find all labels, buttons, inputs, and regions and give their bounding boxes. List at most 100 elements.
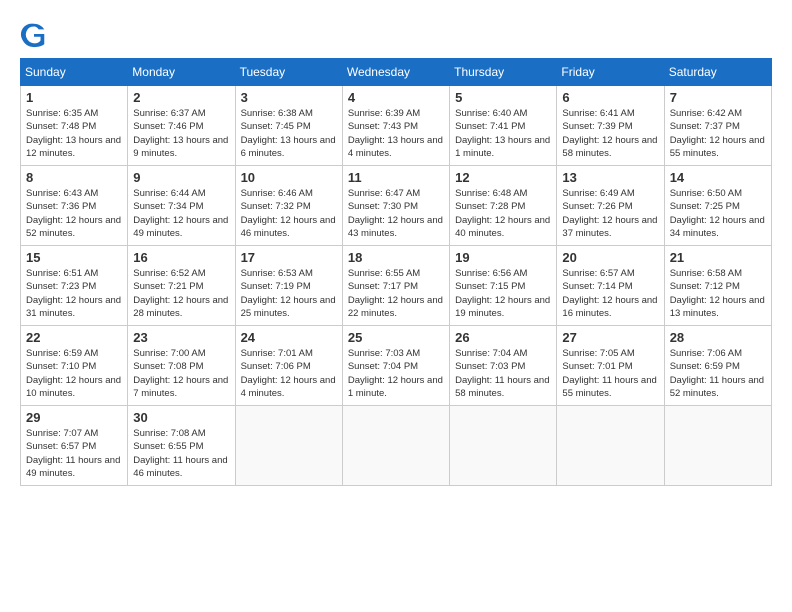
day-number: 5 [455, 90, 551, 105]
calendar-day-21: 21 Sunrise: 6:58 AM Sunset: 7:12 PM Dayl… [664, 246, 771, 326]
calendar-table: Sunday Monday Tuesday Wednesday Thursday… [20, 58, 772, 486]
header-thursday: Thursday [450, 59, 557, 86]
day-number: 8 [26, 170, 122, 185]
day-number: 20 [562, 250, 658, 265]
day-number: 9 [133, 170, 229, 185]
day-info: Sunrise: 7:08 AM Sunset: 6:55 PM Dayligh… [133, 427, 229, 480]
day-info: Sunrise: 6:43 AM Sunset: 7:36 PM Dayligh… [26, 187, 122, 240]
day-info: Sunrise: 7:03 AM Sunset: 7:04 PM Dayligh… [348, 347, 444, 400]
calendar-day-4: 4 Sunrise: 6:39 AM Sunset: 7:43 PM Dayli… [342, 86, 449, 166]
calendar-day-18: 18 Sunrise: 6:55 AM Sunset: 7:17 PM Dayl… [342, 246, 449, 326]
calendar-day-17: 17 Sunrise: 6:53 AM Sunset: 7:19 PM Dayl… [235, 246, 342, 326]
calendar-week-5: 29 Sunrise: 7:07 AM Sunset: 6:57 PM Dayl… [21, 406, 772, 486]
calendar-day-23: 23 Sunrise: 7:00 AM Sunset: 7:08 PM Dayl… [128, 326, 235, 406]
day-info: Sunrise: 6:42 AM Sunset: 7:37 PM Dayligh… [670, 107, 766, 160]
day-info: Sunrise: 6:50 AM Sunset: 7:25 PM Dayligh… [670, 187, 766, 240]
day-info: Sunrise: 6:44 AM Sunset: 7:34 PM Dayligh… [133, 187, 229, 240]
day-info: Sunrise: 6:46 AM Sunset: 7:32 PM Dayligh… [241, 187, 337, 240]
header-wednesday: Wednesday [342, 59, 449, 86]
empty-cell [235, 406, 342, 486]
logo-icon [20, 20, 48, 48]
calendar-day-30: 30 Sunrise: 7:08 AM Sunset: 6:55 PM Dayl… [128, 406, 235, 486]
day-info: Sunrise: 6:56 AM Sunset: 7:15 PM Dayligh… [455, 267, 551, 320]
calendar-day-14: 14 Sunrise: 6:50 AM Sunset: 7:25 PM Dayl… [664, 166, 771, 246]
calendar-day-29: 29 Sunrise: 7:07 AM Sunset: 6:57 PM Dayl… [21, 406, 128, 486]
empty-cell [557, 406, 664, 486]
calendar-week-4: 22 Sunrise: 6:59 AM Sunset: 7:10 PM Dayl… [21, 326, 772, 406]
day-number: 29 [26, 410, 122, 425]
calendar-week-3: 15 Sunrise: 6:51 AM Sunset: 7:23 PM Dayl… [21, 246, 772, 326]
day-info: Sunrise: 6:53 AM Sunset: 7:19 PM Dayligh… [241, 267, 337, 320]
calendar-day-24: 24 Sunrise: 7:01 AM Sunset: 7:06 PM Dayl… [235, 326, 342, 406]
day-info: Sunrise: 6:52 AM Sunset: 7:21 PM Dayligh… [133, 267, 229, 320]
day-info: Sunrise: 6:40 AM Sunset: 7:41 PM Dayligh… [455, 107, 551, 160]
day-number: 24 [241, 330, 337, 345]
empty-cell [342, 406, 449, 486]
header-sunday: Sunday [21, 59, 128, 86]
day-info: Sunrise: 6:59 AM Sunset: 7:10 PM Dayligh… [26, 347, 122, 400]
day-number: 19 [455, 250, 551, 265]
day-info: Sunrise: 6:39 AM Sunset: 7:43 PM Dayligh… [348, 107, 444, 160]
calendar-day-1: 1 Sunrise: 6:35 AM Sunset: 7:48 PM Dayli… [21, 86, 128, 166]
header-saturday: Saturday [664, 59, 771, 86]
calendar-day-12: 12 Sunrise: 6:48 AM Sunset: 7:28 PM Dayl… [450, 166, 557, 246]
day-info: Sunrise: 6:41 AM Sunset: 7:39 PM Dayligh… [562, 107, 658, 160]
day-number: 23 [133, 330, 229, 345]
calendar-day-8: 8 Sunrise: 6:43 AM Sunset: 7:36 PM Dayli… [21, 166, 128, 246]
day-number: 25 [348, 330, 444, 345]
day-number: 14 [670, 170, 766, 185]
day-number: 10 [241, 170, 337, 185]
day-info: Sunrise: 6:37 AM Sunset: 7:46 PM Dayligh… [133, 107, 229, 160]
day-number: 22 [26, 330, 122, 345]
day-info: Sunrise: 7:01 AM Sunset: 7:06 PM Dayligh… [241, 347, 337, 400]
day-info: Sunrise: 6:38 AM Sunset: 7:45 PM Dayligh… [241, 107, 337, 160]
day-number: 3 [241, 90, 337, 105]
day-info: Sunrise: 7:06 AM Sunset: 6:59 PM Dayligh… [670, 347, 766, 400]
calendar-day-6: 6 Sunrise: 6:41 AM Sunset: 7:39 PM Dayli… [557, 86, 664, 166]
header-friday: Friday [557, 59, 664, 86]
header-monday: Monday [128, 59, 235, 86]
day-number: 30 [133, 410, 229, 425]
day-info: Sunrise: 7:04 AM Sunset: 7:03 PM Dayligh… [455, 347, 551, 400]
calendar-day-2: 2 Sunrise: 6:37 AM Sunset: 7:46 PM Dayli… [128, 86, 235, 166]
calendar-day-27: 27 Sunrise: 7:05 AM Sunset: 7:01 PM Dayl… [557, 326, 664, 406]
day-number: 6 [562, 90, 658, 105]
day-number: 27 [562, 330, 658, 345]
page-header [20, 20, 772, 48]
day-info: Sunrise: 7:07 AM Sunset: 6:57 PM Dayligh… [26, 427, 122, 480]
calendar-day-22: 22 Sunrise: 6:59 AM Sunset: 7:10 PM Dayl… [21, 326, 128, 406]
day-info: Sunrise: 6:35 AM Sunset: 7:48 PM Dayligh… [26, 107, 122, 160]
day-info: Sunrise: 6:51 AM Sunset: 7:23 PM Dayligh… [26, 267, 122, 320]
day-number: 13 [562, 170, 658, 185]
day-number: 1 [26, 90, 122, 105]
calendar-day-28: 28 Sunrise: 7:06 AM Sunset: 6:59 PM Dayl… [664, 326, 771, 406]
calendar-day-9: 9 Sunrise: 6:44 AM Sunset: 7:34 PM Dayli… [128, 166, 235, 246]
day-info: Sunrise: 6:49 AM Sunset: 7:26 PM Dayligh… [562, 187, 658, 240]
calendar-day-25: 25 Sunrise: 7:03 AM Sunset: 7:04 PM Dayl… [342, 326, 449, 406]
day-info: Sunrise: 6:55 AM Sunset: 7:17 PM Dayligh… [348, 267, 444, 320]
calendar-day-13: 13 Sunrise: 6:49 AM Sunset: 7:26 PM Dayl… [557, 166, 664, 246]
day-info: Sunrise: 6:48 AM Sunset: 7:28 PM Dayligh… [455, 187, 551, 240]
calendar-day-19: 19 Sunrise: 6:56 AM Sunset: 7:15 PM Dayl… [450, 246, 557, 326]
empty-cell [664, 406, 771, 486]
calendar-day-16: 16 Sunrise: 6:52 AM Sunset: 7:21 PM Dayl… [128, 246, 235, 326]
day-number: 2 [133, 90, 229, 105]
calendar-day-3: 3 Sunrise: 6:38 AM Sunset: 7:45 PM Dayli… [235, 86, 342, 166]
weekday-header-row: Sunday Monday Tuesday Wednesday Thursday… [21, 59, 772, 86]
calendar-day-26: 26 Sunrise: 7:04 AM Sunset: 7:03 PM Dayl… [450, 326, 557, 406]
day-number: 12 [455, 170, 551, 185]
calendar-day-5: 5 Sunrise: 6:40 AM Sunset: 7:41 PM Dayli… [450, 86, 557, 166]
calendar-day-7: 7 Sunrise: 6:42 AM Sunset: 7:37 PM Dayli… [664, 86, 771, 166]
calendar-day-20: 20 Sunrise: 6:57 AM Sunset: 7:14 PM Dayl… [557, 246, 664, 326]
day-info: Sunrise: 7:05 AM Sunset: 7:01 PM Dayligh… [562, 347, 658, 400]
day-info: Sunrise: 6:58 AM Sunset: 7:12 PM Dayligh… [670, 267, 766, 320]
day-number: 4 [348, 90, 444, 105]
empty-cell [450, 406, 557, 486]
calendar-day-15: 15 Sunrise: 6:51 AM Sunset: 7:23 PM Dayl… [21, 246, 128, 326]
day-info: Sunrise: 6:57 AM Sunset: 7:14 PM Dayligh… [562, 267, 658, 320]
day-number: 17 [241, 250, 337, 265]
logo [20, 20, 52, 48]
day-number: 15 [26, 250, 122, 265]
day-number: 18 [348, 250, 444, 265]
day-number: 11 [348, 170, 444, 185]
